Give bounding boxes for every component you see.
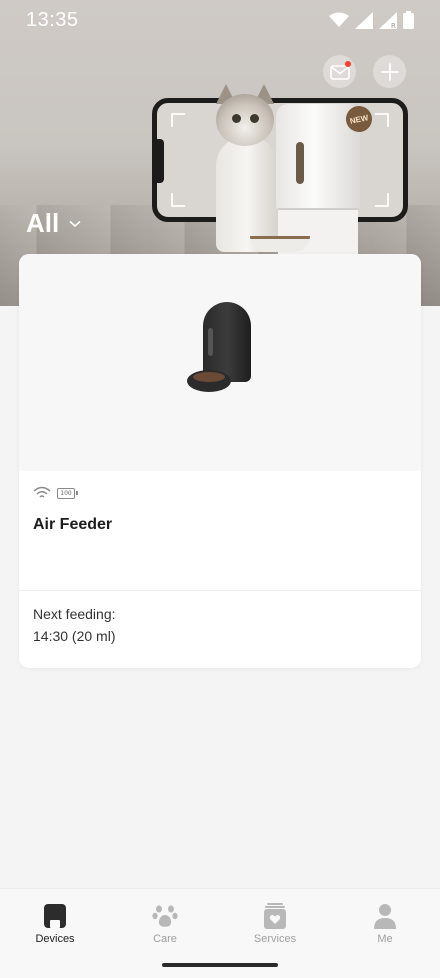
devices-icon — [44, 904, 66, 928]
device-card[interactable]: 100 Air Feeder Next feeding: 14:30 (20 m… — [19, 254, 421, 668]
wifi-signal-icon — [33, 486, 51, 498]
battery-nub — [76, 491, 78, 495]
cat-eye — [232, 114, 241, 123]
status-icons: R — [329, 11, 414, 29]
person-icon — [374, 904, 396, 929]
scan-corner — [171, 113, 185, 127]
status-bar: 13:35 R — [0, 0, 440, 40]
scan-corner — [375, 193, 389, 207]
svg-text:R: R — [391, 22, 396, 29]
nav-label: Services — [253, 933, 297, 945]
home-indicator[interactable] — [162, 963, 278, 967]
nav-care[interactable]: Care — [110, 903, 220, 945]
status-time: 13:35 — [26, 9, 79, 31]
services-icon — [264, 903, 286, 929]
nav-devices[interactable]: Devices — [0, 903, 110, 945]
paw-icon — [152, 905, 178, 927]
nav-label: Devices — [35, 933, 75, 945]
device-image-area — [19, 254, 421, 471]
wifi-icon — [329, 12, 349, 27]
add-device-button[interactable] — [373, 55, 406, 88]
device-status-icons: 100 — [33, 486, 78, 500]
feeder-bowl — [250, 236, 310, 252]
card-divider — [19, 590, 421, 591]
battery-level-value: 100 — [57, 487, 75, 499]
air-feeder-product-image — [187, 302, 257, 398]
notification-dot — [345, 61, 351, 67]
next-feeding-label: Next feeding: — [33, 606, 116, 622]
chevron-down-icon — [69, 220, 81, 227]
feeder-window — [296, 142, 304, 184]
banner-cat-image — [210, 84, 282, 252]
plus-icon — [380, 62, 399, 81]
nav-label: Me — [377, 933, 393, 945]
phone-notch — [157, 139, 164, 183]
device-name: Air Feeder — [33, 516, 113, 533]
filter-label: All — [26, 208, 60, 238]
next-feeding-value: 14:30 (20 ml) — [33, 628, 116, 644]
device-filter-dropdown[interactable]: All — [26, 208, 81, 239]
messages-button[interactable] — [323, 55, 356, 88]
battery-level-icon: 100 — [57, 487, 78, 499]
signal-roaming-icon: R — [379, 11, 397, 29]
cat-eye — [250, 114, 259, 123]
scan-corner — [171, 193, 185, 207]
cat-body — [216, 136, 278, 252]
signal-icon — [355, 11, 373, 29]
battery-icon — [403, 11, 414, 29]
product-food — [193, 372, 225, 382]
nav-services[interactable]: Services — [220, 903, 330, 945]
product-slot — [208, 328, 213, 356]
scan-corner — [375, 113, 389, 127]
cat-head — [216, 94, 274, 146]
nav-me[interactable]: Me — [330, 903, 440, 945]
nav-label: Care — [153, 933, 177, 945]
